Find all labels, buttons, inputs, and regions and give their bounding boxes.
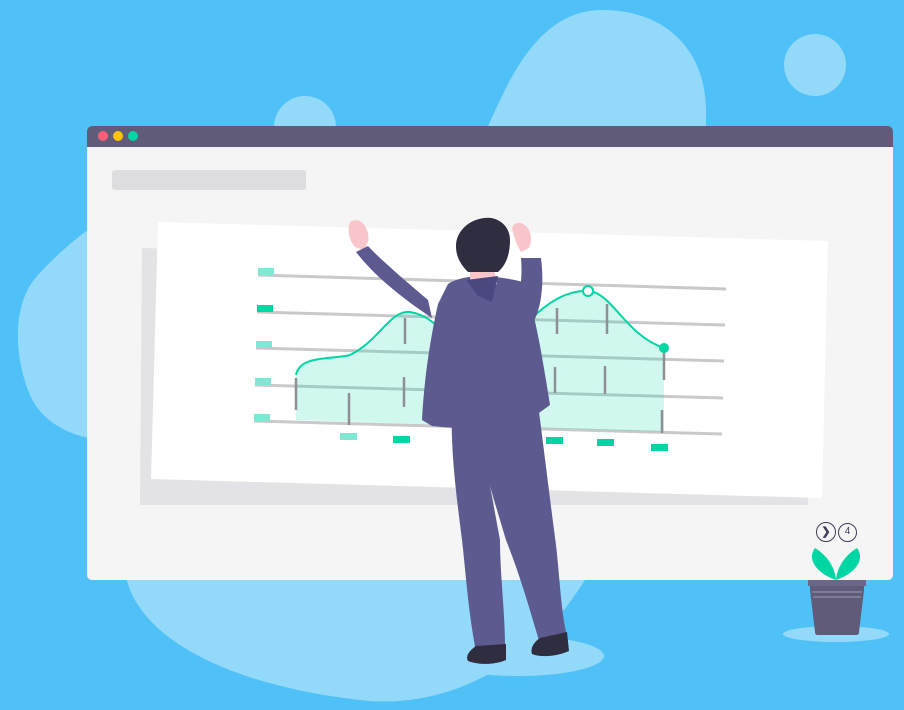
window-title-bar (87, 126, 893, 147)
y-tick-label-1 (258, 268, 274, 275)
chart-highlight-point-filled (659, 343, 669, 353)
close-dot-icon[interactable] (98, 131, 108, 141)
minimize-dot-icon[interactable] (113, 131, 123, 141)
placeholder-title-bar (112, 170, 306, 190)
x-tick-label-4 (597, 439, 614, 446)
x-tick-label-5 (651, 444, 668, 451)
plant-pot (810, 581, 864, 635)
pager: ❯ 4 (796, 522, 857, 542)
blob-small-circle-right (784, 34, 846, 96)
y-tick-label-2 (257, 305, 273, 312)
x-tick-label-3 (546, 437, 563, 444)
x-tick-label-2 (393, 436, 410, 443)
illustration (17, 10, 893, 702)
y-tick-label-4 (255, 378, 271, 385)
pager-previous-placeholder (796, 523, 814, 541)
maximize-dot-icon[interactable] (128, 131, 138, 141)
plant-pot-rim (808, 580, 866, 586)
x-tick-label-1 (340, 433, 357, 440)
chart-highlight-point-outline (582, 285, 594, 297)
chevron-right-icon[interactable]: ❯ (816, 522, 836, 542)
y-tick-label-3 (256, 341, 272, 348)
person-shadow (432, 636, 604, 676)
y-tick-label-5 (254, 414, 270, 421)
page-number-badge[interactable]: 4 (838, 522, 857, 542)
